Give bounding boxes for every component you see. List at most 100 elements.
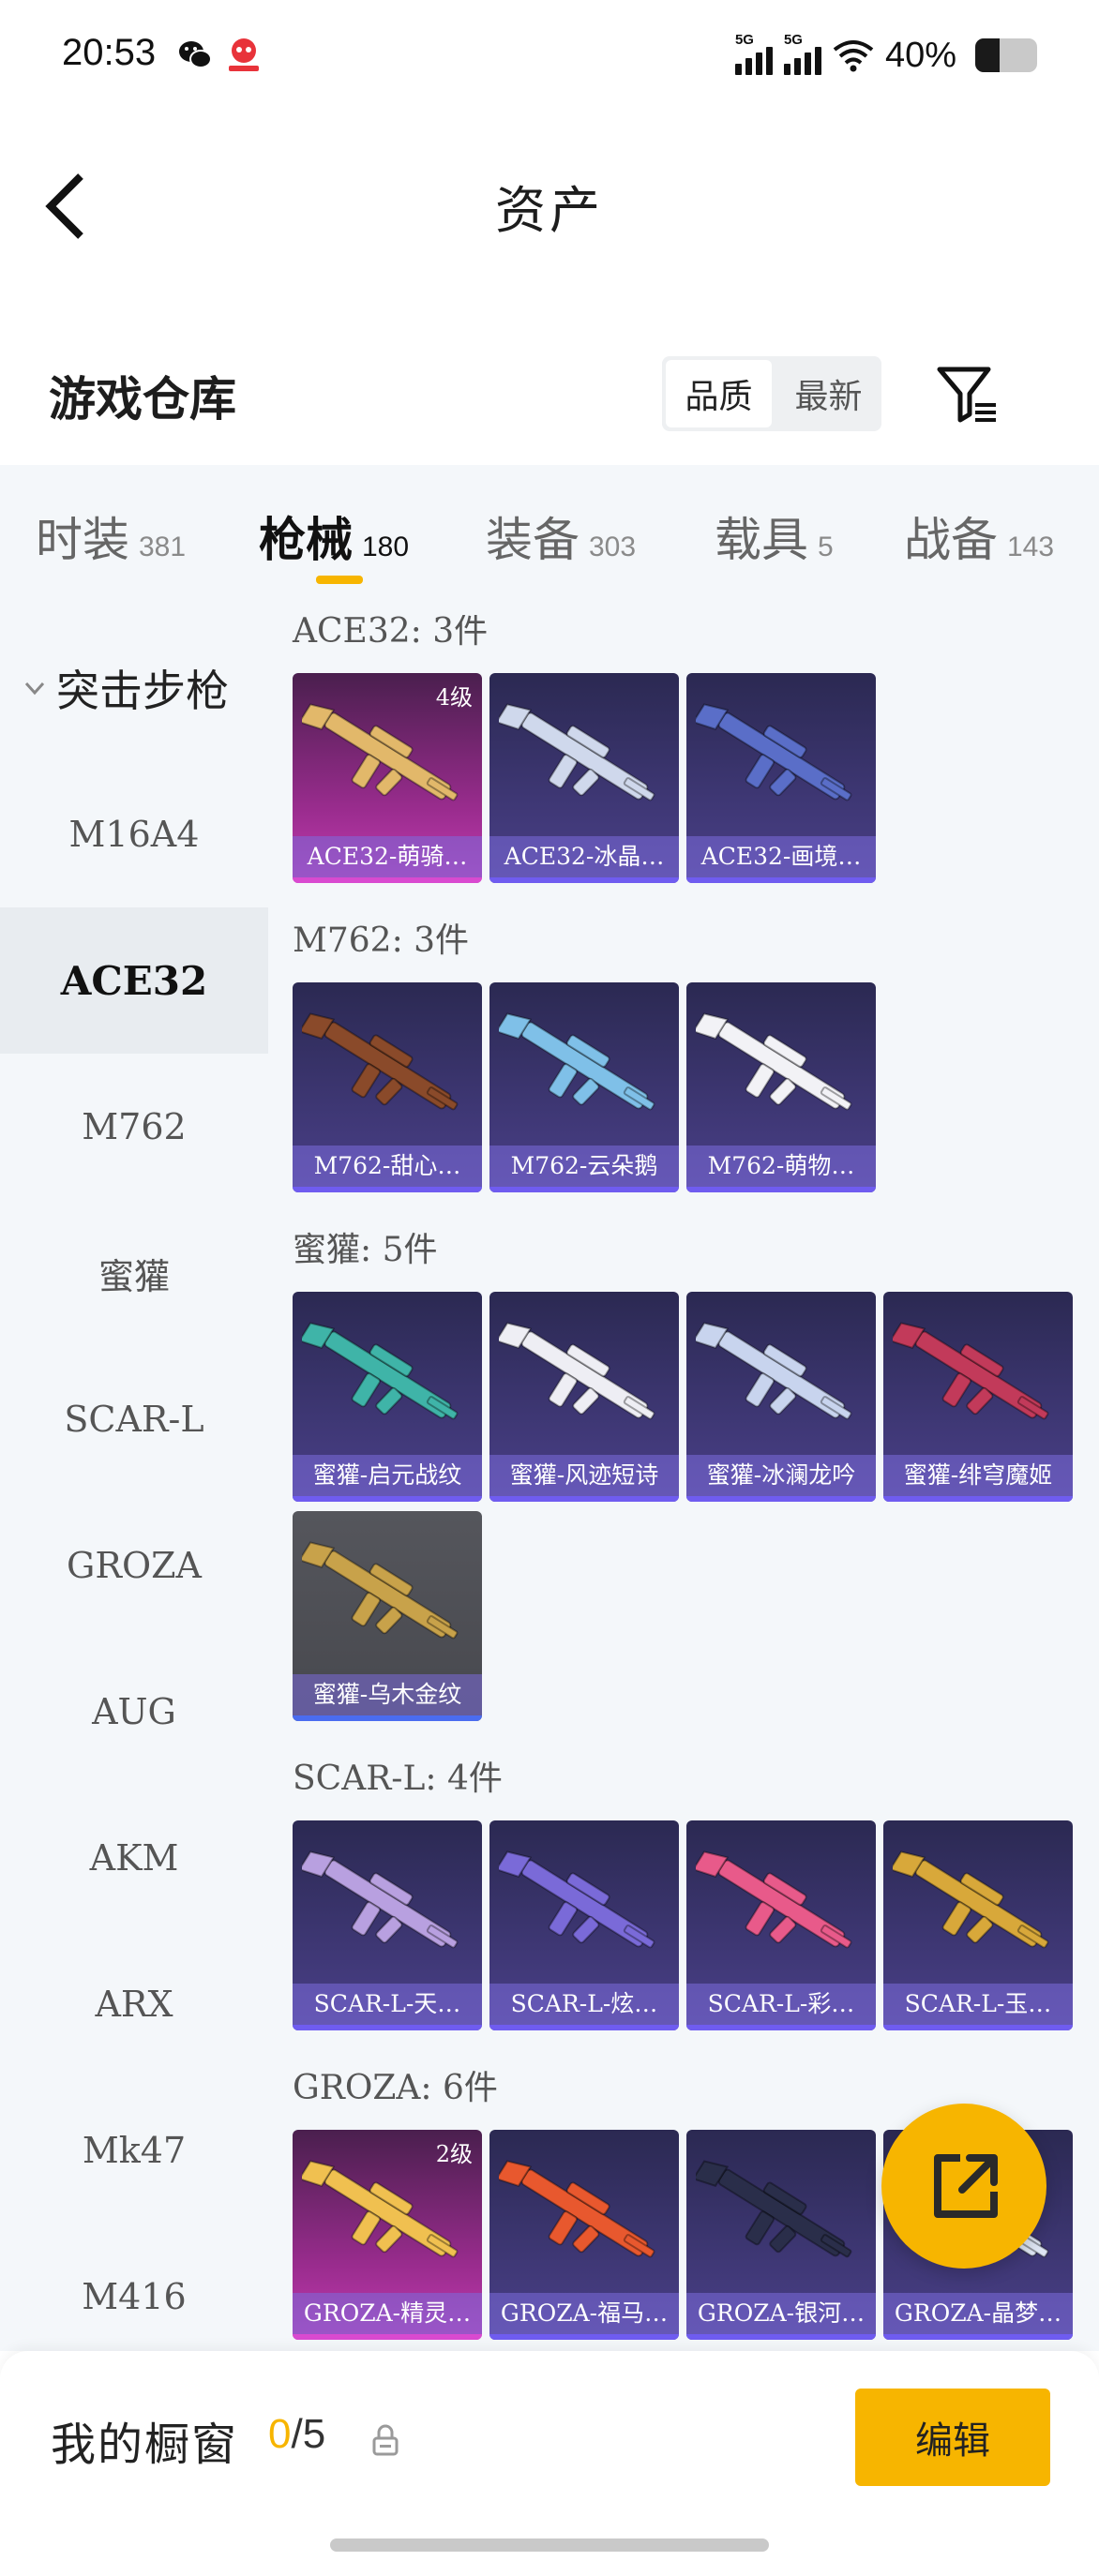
- gun-image: [691, 2147, 866, 2287]
- tab-label: 枪械: [259, 513, 353, 567]
- gun-image: [691, 1309, 866, 1449]
- skin-card[interactable]: ACE32-画境…: [686, 673, 876, 883]
- sidebar-item-arx[interactable]: ARX: [0, 1931, 268, 2077]
- skin-card[interactable]: 蜜獾-启元战纹: [293, 1292, 482, 1502]
- group-title-groza: GROZA: 6件: [293, 2069, 498, 2107]
- sidebar-item-honey-badger[interactable]: 蜜獾: [0, 1200, 268, 1346]
- gun-image: [297, 999, 473, 1140]
- rarity-bar: [293, 1187, 482, 1192]
- showcase-total: /5: [291, 2411, 326, 2457]
- showcase-count: 0/5: [268, 2411, 325, 2458]
- rarity-bar: [293, 1496, 482, 1502]
- skin-card[interactable]: 蜜獾-冰澜龙吟: [686, 1292, 876, 1502]
- sidebar-item-akm[interactable]: AKM: [0, 1785, 268, 1931]
- sidebar-item-groza[interactable]: GROZA: [0, 1492, 268, 1639]
- tab-guns[interactable]: 枪械 180: [259, 502, 409, 570]
- tab-vehicles[interactable]: 载具 5: [715, 502, 834, 570]
- skin-name: GROZA-精灵…: [293, 2293, 482, 2334]
- skin-name: SCAR-L-天…: [293, 1984, 482, 2025]
- tab-count: 303: [589, 532, 637, 562]
- skin-name: SCAR-L-玉…: [883, 1984, 1073, 2025]
- gun-image: [691, 999, 866, 1140]
- skin-name: 蜜獾-乌木金纹: [293, 1674, 482, 1715]
- rarity-bar: [686, 877, 876, 883]
- gun-image: [494, 999, 670, 1140]
- sidebar-item-ace32[interactable]: ACE32: [0, 907, 268, 1054]
- rarity-bar: [293, 2025, 482, 2030]
- sidebar-item-aug[interactable]: AUG: [0, 1639, 268, 1785]
- gun-image: [494, 690, 670, 831]
- skin-card[interactable]: SCAR-L-炫…: [489, 1820, 679, 2030]
- battery-icon: [975, 38, 1037, 72]
- rarity-bar: [686, 1187, 876, 1192]
- sidebar-item-mk47[interactable]: Mk47: [0, 2077, 268, 2224]
- skin-card[interactable]: 蜜獾-风迹短诗: [489, 1292, 679, 1502]
- skin-card[interactable]: 蜜獾-乌木金纹: [293, 1511, 482, 1721]
- tab-supplies[interactable]: 战备 143: [904, 502, 1054, 570]
- signal-icon: 5G: [783, 32, 821, 75]
- category-tabs: 时装 381 枪械 180 装备 303 载具 5 战备 143: [0, 465, 1099, 615]
- rarity-bar: [489, 877, 679, 883]
- skin-name: 蜜獾-风迹短诗: [489, 1455, 679, 1496]
- skin-card[interactable]: M762-甜心…: [293, 982, 482, 1192]
- skin-name: 蜜獾-绯穹魔姬: [883, 1455, 1073, 1496]
- tab-label: 时装: [36, 513, 129, 567]
- sidebar-group-assault-rifles[interactable]: 突击步枪: [0, 615, 268, 761]
- showcase-title: 我的橱窗: [51, 2419, 239, 2471]
- gun-image: [691, 1837, 866, 1978]
- sort-quality-button[interactable]: 品质: [666, 360, 772, 427]
- rarity-bar: [686, 2025, 876, 2030]
- gun-image: [494, 1837, 670, 1978]
- tab-fashion[interactable]: 时装 381: [36, 502, 186, 570]
- gun-image: [297, 1528, 473, 1669]
- gun-image: [494, 1309, 670, 1449]
- skin-card[interactable]: 4级 ACE32-萌骑…: [293, 673, 482, 883]
- rarity-bar: [883, 2334, 1073, 2340]
- group-title-honey-badger: 蜜獾: 5件: [293, 1231, 438, 1269]
- sidebar-item-scar-l[interactable]: SCAR-L: [0, 1346, 268, 1492]
- tab-equipment[interactable]: 装备 303: [486, 502, 636, 570]
- gun-image: [297, 690, 473, 831]
- signal-icon: 5G: [734, 32, 773, 75]
- sidebar-item-m762[interactable]: M762: [0, 1054, 268, 1200]
- skin-name: M762-云朵鹅: [489, 1146, 679, 1187]
- skin-card[interactable]: SCAR-L-玉…: [883, 1820, 1073, 2030]
- status-time: 20:53: [62, 32, 157, 73]
- skin-card[interactable]: GROZA-福马…: [489, 2130, 679, 2340]
- gun-image: [297, 1837, 473, 1978]
- skin-name: GROZA-银河…: [686, 2293, 876, 2334]
- skin-name: ACE32-冰晶…: [489, 836, 679, 877]
- rarity-bar: [883, 1496, 1073, 1502]
- tab-label: 载具: [715, 513, 808, 567]
- lock-icon: [372, 2424, 399, 2456]
- skin-card[interactable]: SCAR-L-彩…: [686, 1820, 876, 2030]
- share-external-icon: [934, 2154, 998, 2218]
- skin-card[interactable]: 2级 GROZA-精灵…: [293, 2130, 482, 2340]
- share-button[interactable]: [881, 2104, 1046, 2269]
- skin-name: GROZA-福马…: [489, 2293, 679, 2334]
- skin-card[interactable]: ACE32-冰晶…: [489, 673, 679, 883]
- filter-icon[interactable]: [934, 356, 1001, 431]
- status-bar: 20:53 5G 5G 40%: [0, 0, 1099, 112]
- skin-name: M762-萌物…: [686, 1146, 876, 1187]
- tab-label: 战备: [904, 513, 998, 567]
- sidebar-item-m416[interactable]: M416: [0, 2224, 268, 2351]
- skin-card[interactable]: SCAR-L-天…: [293, 1820, 482, 2030]
- warehouse-title: 游戏仓库: [49, 372, 236, 427]
- edit-button[interactable]: 编辑: [855, 2389, 1050, 2486]
- skin-name: ACE32-画境…: [686, 836, 876, 877]
- skin-card[interactable]: M762-萌物…: [686, 982, 876, 1192]
- app-notification-icon: [229, 38, 259, 71]
- rarity-bar: [489, 2025, 679, 2030]
- showcase-bar: 我的橱窗 0/5 编辑: [0, 2351, 1099, 2576]
- sort-latest-button[interactable]: 最新: [775, 356, 881, 431]
- skin-name: SCAR-L-炫…: [489, 1984, 679, 2025]
- skin-grid: ACE32: 3件 4级 ACE32-萌骑… ACE32-冰晶… ACE32-画…: [268, 615, 1099, 2351]
- tab-count: 180: [362, 532, 410, 562]
- skin-card[interactable]: 蜜獾-绯穹魔姬: [883, 1292, 1073, 1502]
- skin-card[interactable]: M762-云朵鹅: [489, 982, 679, 1192]
- sidebar-item-m16a4[interactable]: M16A4: [0, 761, 268, 907]
- home-indicator: [330, 2539, 769, 2552]
- skin-card[interactable]: GROZA-银河…: [686, 2130, 876, 2340]
- weapon-type-sidebar: 突击步枪 M16A4 ACE32 M762 蜜獾 SCAR-L GROZA AU…: [0, 615, 268, 2351]
